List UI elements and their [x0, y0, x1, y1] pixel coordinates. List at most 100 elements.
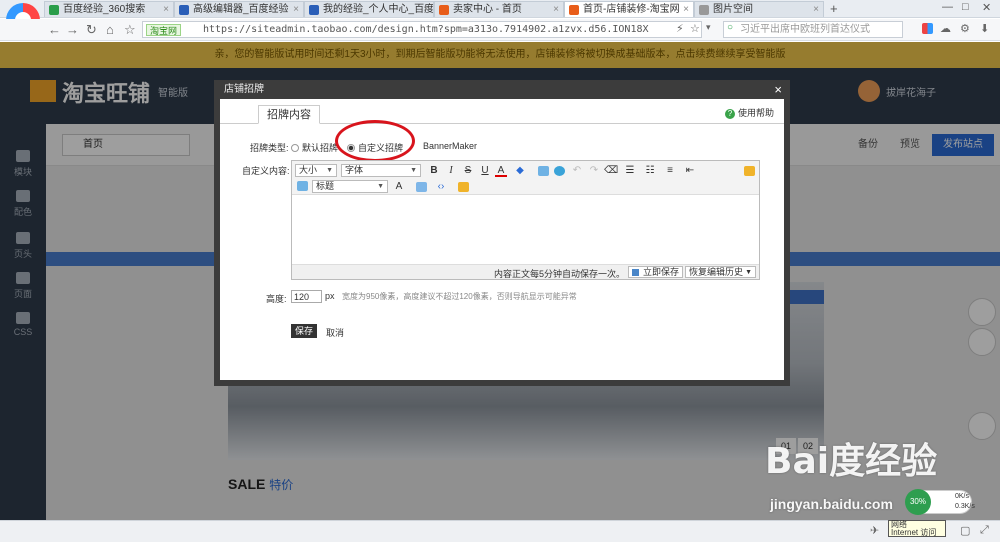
tab-label: 高级编辑器_百度经验 [193, 4, 289, 15]
download-icon[interactable]: ⬇ [980, 22, 989, 35]
browser-status-bar: ✈ ▢ ⤢ [0, 520, 1000, 542]
tab-close-icon[interactable]: × [293, 2, 299, 17]
save-now-button[interactable]: 立即保存 [628, 266, 684, 278]
align-icon[interactable]: ≡ [664, 165, 676, 177]
favorite-star-icon[interactable]: ☆ [124, 22, 136, 38]
editor-toolbar: 大小 ▼ 字体 ▼ B I S U A ◆ ↶ ↷ ⌫ ☰ ☷ ≡ ⇤ 标题 ▼ A … [292, 161, 759, 195]
address-bar[interactable]: https://siteadmin.taobao.com/design.htm?… [142, 21, 702, 38]
forward-arrow-icon[interactable]: → [66, 22, 79, 37]
tab-my-experience[interactable]: 我的经验_个人中心_百度经验 × [304, 1, 434, 17]
speed-gauge: 30% [905, 489, 931, 515]
help-link[interactable]: ? 使用帮助 [725, 106, 774, 119]
source-code-icon[interactable]: ‹› [435, 181, 447, 193]
menu-settings-icon[interactable]: ⚙ [960, 22, 970, 35]
radio-default-sign[interactable]: 默认招牌 [291, 141, 338, 154]
insert-link-icon[interactable] [554, 166, 565, 176]
pin-icon[interactable]: ✈ [870, 524, 879, 537]
indent-icon[interactable]: ⇤ [684, 165, 696, 177]
tab-sign-content[interactable]: 招牌内容 [258, 105, 320, 124]
redo-icon[interactable]: ↷ [588, 165, 600, 177]
maximize-button[interactable]: □ [962, 1, 969, 13]
cancel-button[interactable]: 取消 [326, 326, 344, 339]
radio-bannermaker[interactable]: BannerMaker [423, 141, 477, 151]
bookmark-star-icon[interactable]: ☆ [690, 22, 700, 35]
clear-format-icon[interactable]: A [393, 181, 405, 193]
dialog-title: 店铺招牌 [224, 84, 264, 95]
insert-image-icon[interactable] [538, 166, 549, 176]
content-label: 自定义内容: [242, 166, 290, 176]
close-icon[interactable]: × [774, 80, 782, 99]
browser-toolbar: ← → ↻ ⌂ ☆ https://siteadmin.taobao.com/d… [0, 19, 1000, 41]
close-window-button[interactable]: ✕ [982, 1, 991, 14]
type-label: 招牌类型: [250, 143, 289, 153]
site-verified-badge: 淘宝网 [146, 24, 182, 36]
font-size-select[interactable]: 大小 ▼ [295, 164, 337, 177]
tab-shop-decoration[interactable]: 首页-店铺装修-淘宝网 × [564, 1, 694, 17]
tab-label: 我的经验_个人中心_百度经验 [323, 4, 434, 15]
upload-speed: 0K/s [955, 493, 970, 500]
address-dropdown-icon[interactable]: ▾ [706, 22, 711, 33]
font-family-select[interactable]: 字体 ▼ [341, 164, 421, 177]
table-icon[interactable] [297, 181, 308, 191]
font-color-icon[interactable]: A [495, 165, 507, 177]
height-input[interactable] [291, 290, 322, 303]
tab-favicon-icon [569, 5, 579, 15]
back-arrow-icon[interactable]: ← [48, 22, 61, 37]
tab-close-icon[interactable]: × [163, 2, 169, 17]
chevron-down-icon: ▼ [410, 167, 417, 174]
heading-select[interactable]: 标题 ▼ [312, 180, 388, 193]
tab-favicon-icon [439, 5, 449, 15]
apps-grid-icon[interactable] [922, 23, 933, 34]
chevron-down-icon: ▼ [377, 183, 384, 190]
save-button[interactable]: 保存 [291, 324, 317, 338]
underline-button[interactable]: U [479, 165, 491, 177]
tab-close-icon[interactable]: × [423, 2, 429, 17]
italic-button[interactable]: I [445, 165, 457, 177]
bold-button[interactable]: B [428, 165, 440, 177]
insert-template-icon[interactable] [458, 182, 469, 192]
new-tab-button[interactable]: + [830, 1, 838, 16]
tab-image-space[interactable]: 图片空间 × [694, 1, 824, 17]
window-icon[interactable]: ▢ [960, 524, 970, 537]
tab-seller-center[interactable]: 卖家中心 - 首页 × [434, 1, 564, 17]
emoticon-icon[interactable] [744, 166, 755, 176]
download-speed: 0.3K/s [955, 503, 975, 510]
reload-icon[interactable]: ↻ [86, 22, 97, 38]
shop-sign-dialog: 店铺招牌 × 招牌内容 ? 使用帮助 招牌类型: 默认招牌 自定义招牌 Banne… [214, 80, 790, 386]
lightning-icon[interactable]: ⚡ [676, 22, 684, 35]
network-speed-widget[interactable]: 30% 0K/s 0.3K/s [905, 489, 975, 515]
radio-label: BannerMaker [423, 141, 478, 151]
tab-label: 卖家中心 - 首页 [453, 4, 522, 15]
restore-history-button[interactable]: 恢复编辑历史 ▼ [685, 266, 757, 278]
bullet-list-icon[interactable]: ☰ [624, 165, 636, 177]
search-engine-icon[interactable]: ○ [727, 22, 733, 33]
watermark-url: jingyan.baidu.com [770, 496, 893, 512]
select-label: 大小 [299, 165, 318, 175]
tab-label: 首页-店铺装修-淘宝网 [583, 4, 680, 15]
chevron-down-icon: ▼ [326, 167, 333, 174]
dialog-titlebar: 店铺招牌 × [214, 80, 790, 99]
minimize-button[interactable]: — [942, 1, 953, 13]
search-input[interactable]: 习近平出席中欧班列首达仪式 [723, 21, 903, 38]
tooltip-line-2: Internet 访问 [891, 528, 937, 537]
tab-label: 百度经验_360搜索 [63, 4, 146, 15]
tab-360-search[interactable]: 百度经验_360搜索 × [44, 1, 174, 17]
cloud-icon[interactable]: ☁ [940, 22, 951, 35]
format-painter-icon[interactable]: ⌫ [604, 165, 618, 177]
tab-close-icon[interactable]: × [683, 2, 689, 17]
numbered-list-icon[interactable]: ☷ [644, 165, 656, 177]
highlight-color-icon[interactable]: ◆ [514, 165, 526, 177]
tab-label: 图片空间 [713, 4, 753, 15]
radio-label: 默认招牌 [302, 143, 339, 153]
tab-advanced-editor[interactable]: 高级编辑器_百度经验 × [174, 1, 304, 17]
tab-close-icon[interactable]: × [553, 2, 559, 17]
insert-video-icon[interactable] [416, 182, 427, 192]
strikethrough-button[interactable]: S [462, 165, 474, 177]
home-icon[interactable]: ⌂ [106, 22, 114, 37]
network-tooltip: 网络 Internet 访问 [888, 520, 946, 537]
undo-icon[interactable]: ↶ [571, 165, 583, 177]
tab-close-icon[interactable]: × [813, 2, 819, 17]
height-unit: px [325, 291, 335, 301]
chevron-down-icon: ▼ [745, 269, 753, 276]
fullscreen-icon[interactable]: ⤢ [980, 524, 989, 537]
